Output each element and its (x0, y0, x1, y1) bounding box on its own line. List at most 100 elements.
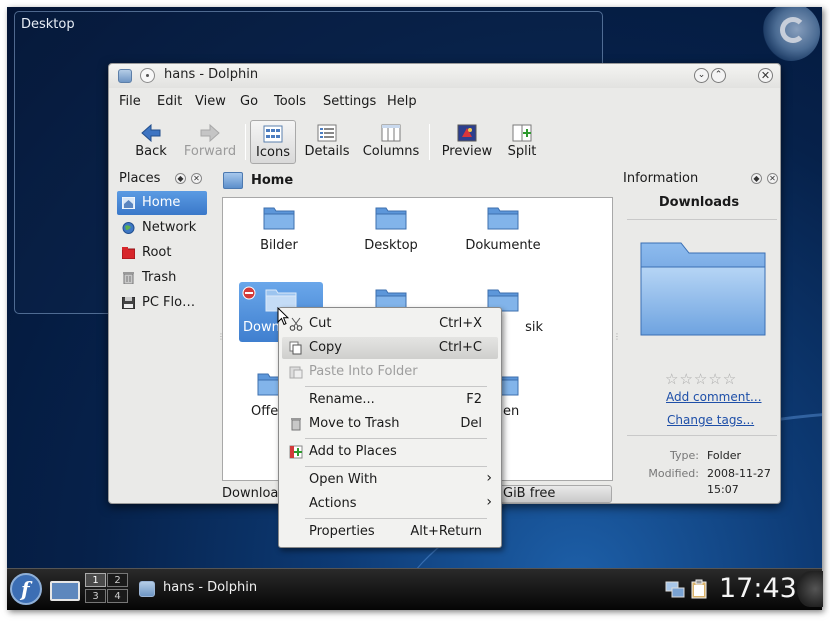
places-item-label: Network (142, 220, 197, 235)
menu-edit[interactable]: Edit (157, 94, 182, 109)
type-label: Type: (670, 449, 699, 462)
forward-button[interactable]: Forward (179, 120, 241, 164)
modified-time: 15:07 (707, 483, 739, 496)
details-view-button[interactable]: Details (301, 120, 353, 164)
large-folder-preview-icon (640, 242, 766, 336)
panel-close-button[interactable]: ✕ (191, 173, 202, 184)
context-menu: Cut Ctrl+X Copy Ctrl+C Paste Into Folder… (278, 307, 502, 548)
menu-item-label: Open With (309, 472, 378, 487)
pager-desktop-4[interactable]: 4 (107, 589, 128, 603)
network-globe-icon (122, 222, 135, 234)
menu-item-cut[interactable]: Cut Ctrl+X (282, 313, 498, 335)
menu-item-label: Copy (309, 340, 342, 355)
application-launcher-button[interactable]: f (10, 573, 42, 605)
preview-icon (457, 124, 477, 142)
minimize-button[interactable]: ⌄ (694, 68, 709, 83)
breadcrumb-home[interactable]: Home (251, 173, 293, 188)
menu-item-shortcut: F2 (466, 392, 482, 407)
menu-tools[interactable]: Tools (274, 94, 306, 109)
home-icon (122, 197, 135, 209)
menu-item-copy[interactable]: Copy Ctrl+C (282, 337, 498, 359)
info-splitter-handle[interactable]: ⋮ (613, 332, 621, 341)
clipboard-tray-icon[interactable] (691, 579, 707, 599)
menu-item-label: Properties (309, 524, 375, 539)
floppy-drive-icon (122, 297, 135, 309)
icons-view-icon (263, 125, 283, 143)
rating-stars[interactable]: ☆☆☆☆☆ (665, 370, 737, 388)
menu-item-add-to-places[interactable]: Add to Places (282, 441, 498, 463)
folder-item[interactable]: Bilder (237, 200, 321, 260)
window-titlebar[interactable]: hans - Dolphin ⌄ ⌃ ✕ (109, 64, 780, 88)
menu-item-rename[interactable]: Rename... F2 (282, 389, 498, 411)
taskbar-panel: f 1 2 3 4 hans - Dolphin 17:43 (7, 568, 823, 610)
places-splitter-handle[interactable]: ⋮ (217, 332, 225, 341)
places-item-root[interactable]: Root (117, 241, 207, 265)
details-view-icon (317, 124, 337, 142)
menu-item-label: Move to Trash (309, 416, 400, 431)
menu-view[interactable]: View (195, 94, 226, 109)
pager-desktop-3[interactable]: 3 (85, 589, 106, 603)
folder-item[interactable]: Desktop (349, 200, 433, 260)
panel-float-button[interactable]: ◆ (175, 173, 186, 184)
fedora-logo-icon: f (21, 577, 30, 601)
menu-separator (305, 466, 487, 467)
home-breadcrumb-icon[interactable] (223, 172, 243, 189)
menu-item-label: Add to Places (309, 444, 397, 459)
menu-item-properties[interactable]: Properties Alt+Return (282, 521, 498, 543)
split-button[interactable]: Split (503, 120, 541, 164)
menu-settings[interactable]: Settings (323, 94, 376, 109)
information-panel: Information ◆ ✕ Downloads ☆☆☆☆☆ Add comm… (619, 167, 779, 501)
folder-label: Desktop (364, 238, 418, 253)
places-item-home[interactable]: Home (117, 191, 207, 215)
places-item-floppy[interactable]: PC Flo… (117, 291, 207, 315)
folder-label: Dokumente (465, 238, 541, 253)
fedora-wallpaper-logo (762, 7, 820, 61)
panel-float-button[interactable]: ◆ (751, 173, 762, 184)
menu-item-actions[interactable]: Actions › (282, 493, 498, 515)
change-tags-link[interactable]: Change tags... (667, 413, 754, 427)
clock[interactable]: 17:43 (719, 573, 797, 604)
menu-item-open-with[interactable]: Open With › (282, 469, 498, 491)
pager-desktop-2[interactable]: 2 (107, 573, 128, 587)
menu-help[interactable]: Help (387, 94, 417, 109)
desktop-widget-label: Desktop (21, 17, 75, 32)
add-comment-link[interactable]: Add comment... (666, 390, 762, 404)
status-text: Download (222, 486, 287, 501)
root-folder-icon (122, 247, 135, 259)
close-button[interactable]: ✕ (758, 68, 773, 83)
modified-label: Modified: (648, 467, 699, 480)
deselect-minus-icon[interactable] (242, 286, 256, 300)
menu-item-shortcut: Ctrl+X (439, 316, 482, 331)
menu-item-move-to-trash[interactable]: Move to Trash Del (282, 413, 498, 435)
folder-item[interactable]: Dokumente (461, 200, 545, 260)
pager-desktop-1[interactable]: 1 (85, 573, 106, 587)
places-item-network[interactable]: Network (117, 216, 207, 240)
menu-item-paste-into-folder[interactable]: Paste Into Folder (282, 361, 498, 383)
menu-file[interactable]: File (119, 94, 141, 109)
folder-icon (263, 207, 295, 230)
details-view-label: Details (304, 144, 350, 159)
dolphin-app-icon[interactable] (118, 69, 132, 83)
desktop-pager: 1 2 3 4 (85, 573, 131, 605)
forward-arrow-icon (200, 124, 220, 142)
places-item-trash[interactable]: Trash (117, 266, 207, 290)
free-space-indicator[interactable]: GiB free (492, 485, 612, 503)
menu-item-label: Cut (309, 316, 332, 331)
icons-view-button[interactable]: Icons (250, 120, 296, 164)
back-button[interactable]: Back (123, 120, 179, 164)
maximize-button[interactable]: ⌃ (711, 68, 726, 83)
menu-item-label: Rename... (309, 392, 375, 407)
divider (627, 219, 777, 220)
panel-toolbox-button[interactable] (797, 571, 823, 607)
copy-icon (289, 341, 302, 355)
menu-go[interactable]: Go (240, 94, 258, 109)
columns-view-button[interactable]: Columns (361, 120, 421, 164)
sticky-button[interactable] (140, 68, 155, 83)
preview-button[interactable]: Preview (437, 120, 497, 164)
show-desktop-button[interactable] (50, 581, 80, 601)
menu-item-label: Paste Into Folder (309, 364, 418, 379)
taskbar-item-label: hans - Dolphin (163, 580, 258, 595)
panel-close-button[interactable]: ✕ (767, 173, 778, 184)
main-toolbar: Back Forward Icons Details Columns Previ… (109, 116, 780, 168)
network-tray-icon[interactable] (665, 581, 685, 599)
